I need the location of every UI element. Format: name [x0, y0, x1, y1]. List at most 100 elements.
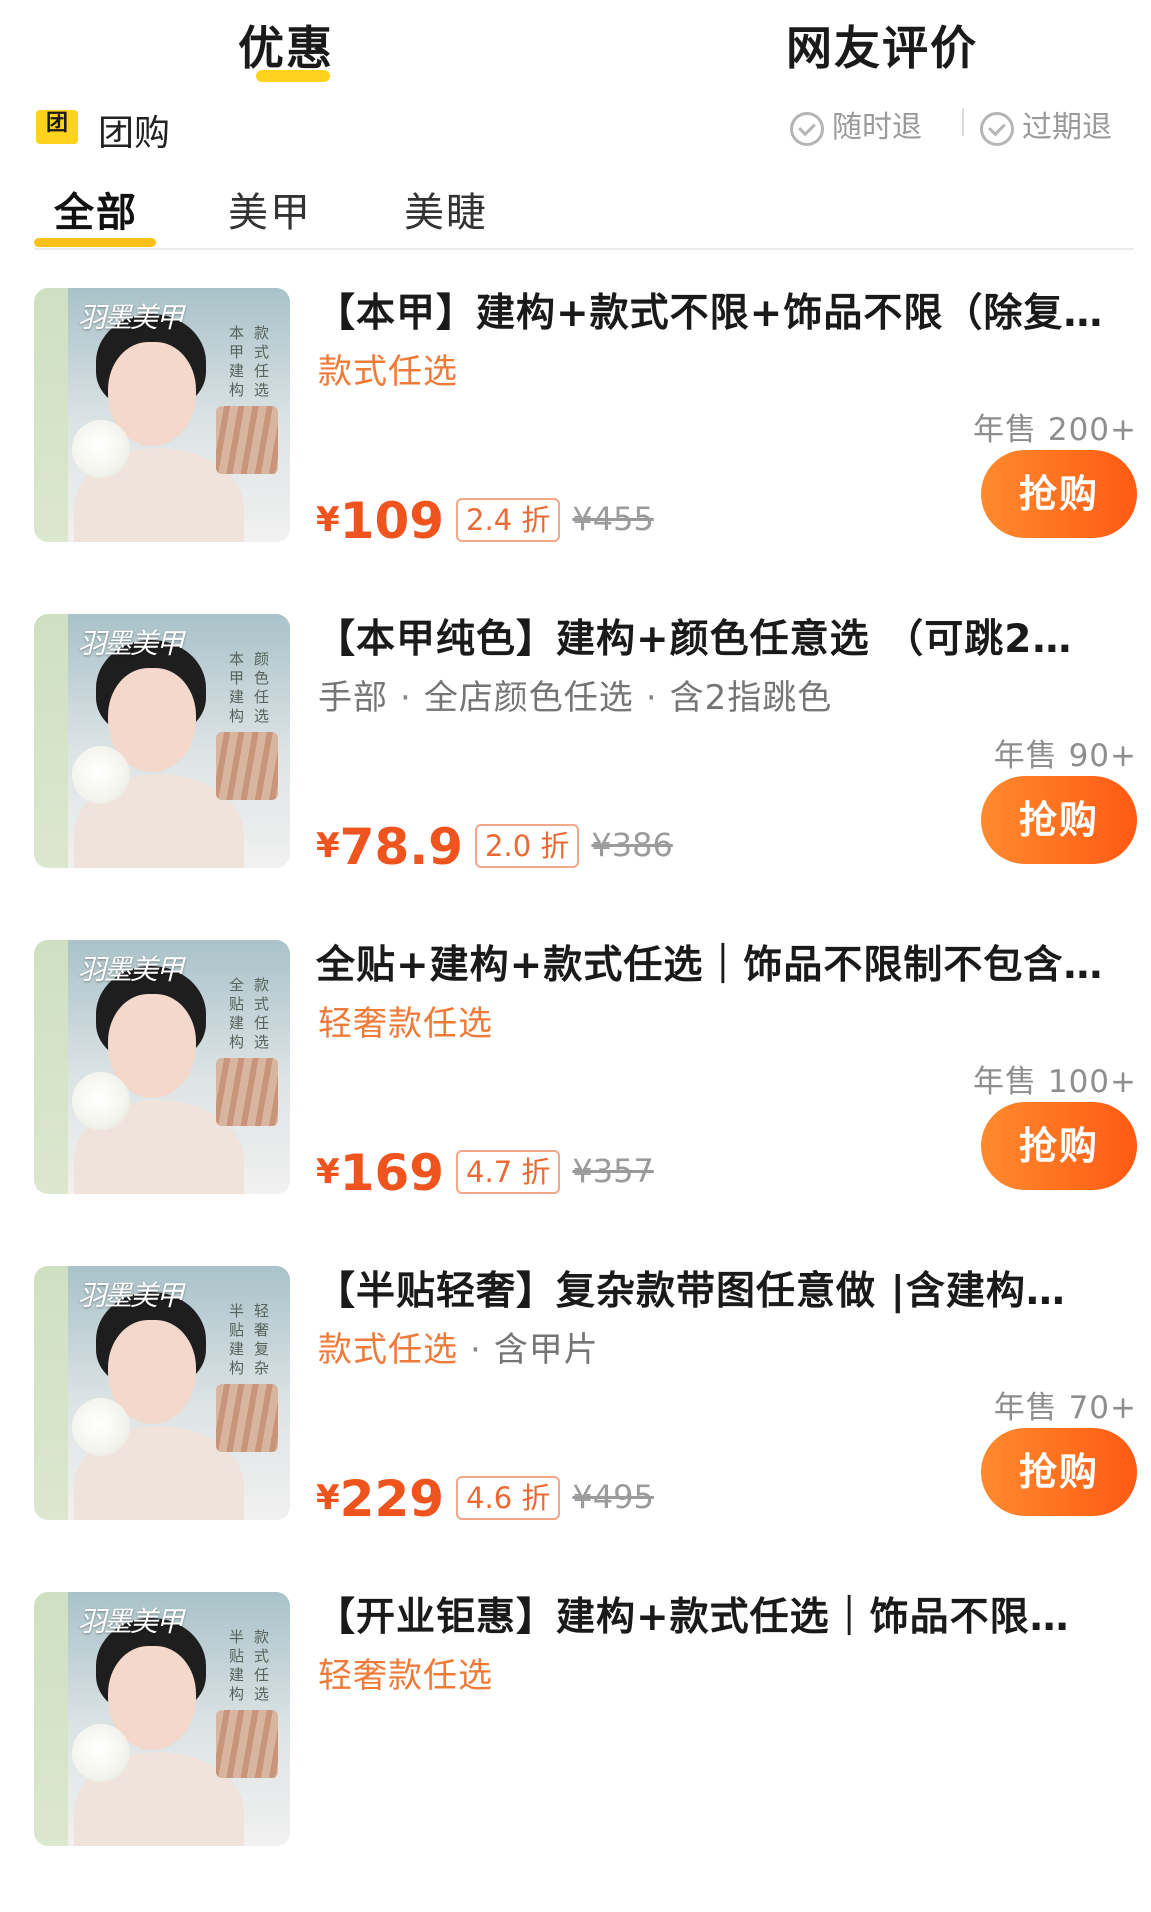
thumb-caption-char: 建	[228, 688, 244, 706]
thumb-white-rose	[72, 1724, 130, 1782]
currency-symbol: ¥	[316, 500, 340, 540]
group-buy-icon: 团	[36, 110, 78, 144]
annual-sales: 年售 70+	[993, 1390, 1137, 1426]
thumb-caption-char: 建	[228, 362, 244, 380]
product-title[interactable]: 【本甲纯色】建构+颜色任意选 （可跳2…	[316, 608, 1136, 664]
thumb-caption-char: 选	[253, 707, 269, 725]
product-thumbnail[interactable]: 羽墨美甲 本甲建构 颜色任选	[34, 614, 290, 868]
product-card[interactable]: 羽墨美甲 半贴建构 款式任选 【开业钜惠】建构+款式任选｜饰品不限… 轻奢款任选	[0, 1586, 1151, 1912]
thumb-caption: 本甲建构 款式任选	[224, 324, 274, 400]
discount-badge: 4.7 折	[456, 1150, 561, 1194]
product-title[interactable]: 【开业钜惠】建构+款式任选｜饰品不限…	[316, 1586, 1136, 1642]
thumb-nail-sample	[216, 1058, 278, 1126]
thumb-white-rose	[72, 1398, 130, 1456]
thumb-caption-char: 甲	[228, 343, 244, 361]
thumb-caption-char: 复	[253, 1340, 269, 1358]
thumb-nail-sample	[216, 732, 278, 800]
thumb-caption-char: 式	[253, 343, 269, 361]
product-card[interactable]: 羽墨美甲 本甲建构 款式任选 【本甲】建构+款式不限+饰品不限（除复… 款式任选 年售 …	[0, 282, 1151, 608]
thumb-caption-char: 选	[253, 1033, 269, 1051]
original-price: ¥495	[572, 1478, 654, 1516]
group-buy-header: 团 团购 随时退 过期退	[0, 96, 1151, 148]
category-tab-all[interactable]: 全部	[54, 180, 138, 238]
price-row: ¥169 4.7 折 ¥357	[316, 1140, 654, 1200]
product-card[interactable]: 羽墨美甲 半贴建构 轻奢复杂 【半贴轻奢】复杂款带图任意做 |含建构… 款式任选 · 含甲…	[0, 1260, 1151, 1586]
price-row: ¥229 4.6 折 ¥495	[316, 1466, 654, 1526]
thumb-caption-char: 构	[228, 1359, 244, 1377]
guarantee-anytime-refund: 随时退	[790, 102, 922, 146]
product-tags: 轻奢款任选	[318, 996, 493, 1045]
thumb-caption-char: 构	[228, 1033, 244, 1051]
product-tag: 款式任选	[318, 352, 458, 392]
original-price: ¥386	[591, 826, 673, 864]
product-thumbnail[interactable]: 羽墨美甲 本甲建构 款式任选	[34, 288, 290, 542]
thumb-brand-logo: 羽墨美甲	[78, 301, 184, 334]
thumb-caption-char: 奢	[253, 1321, 269, 1339]
thumb-caption-char: 款	[253, 324, 269, 342]
thumb-brand-logo: 羽墨美甲	[78, 953, 184, 986]
currency-symbol: ¥	[316, 1152, 340, 1192]
thumb-white-rose	[72, 1072, 130, 1130]
thumb-caption-char: 建	[228, 1014, 244, 1032]
buy-now-button[interactable]: 抢购	[981, 1428, 1137, 1516]
product-thumbnail[interactable]: 羽墨美甲 半贴建构 轻奢复杂	[34, 1266, 290, 1520]
thumb-caption-char: 构	[228, 381, 244, 399]
thumb-caption-char: 本	[228, 324, 244, 342]
product-tags: 款式任选 · 含甲片	[318, 1322, 599, 1371]
product-tag: 轻奢款任选	[318, 1004, 493, 1044]
product-tag: 款式任选	[318, 1330, 458, 1370]
category-tab-lashes[interactable]: 美睫	[404, 180, 488, 238]
thumb-caption-char: 任	[253, 362, 269, 380]
product-title[interactable]: 【本甲】建构+款式不限+饰品不限（除复…	[316, 282, 1136, 338]
price-row: ¥78.9 2.0 折 ¥386	[316, 814, 673, 874]
discount-badge: 4.6 折	[456, 1476, 561, 1520]
product-tags: 款式任选	[318, 344, 458, 393]
thumb-caption-char: 全	[228, 976, 244, 994]
thumb-nail-sample	[216, 1384, 278, 1452]
thumb-caption-char: 贴	[228, 1647, 244, 1665]
thumb-nail-sample	[216, 1710, 278, 1778]
tab-reviews-label: 网友评价	[786, 21, 978, 75]
annual-sales: 年售 200+	[973, 412, 1137, 448]
guarantee-divider	[962, 108, 964, 136]
product-tag: 含甲片	[493, 1330, 599, 1370]
buy-now-button[interactable]: 抢购	[981, 1102, 1137, 1190]
thumb-caption-char: 色	[253, 669, 269, 687]
product-thumbnail[interactable]: 羽墨美甲 全贴建构 款式任选	[34, 940, 290, 1194]
top-tab-bar: 优惠 网友评价	[0, 0, 1151, 92]
thumb-caption-char: 任	[253, 688, 269, 706]
product-card[interactable]: 羽墨美甲 本甲建构 颜色任选 【本甲纯色】建构+颜色任意选 （可跳2… 手部 · 全店颜色…	[0, 608, 1151, 934]
check-circle-icon	[980, 111, 1014, 146]
thumb-caption-char: 构	[228, 707, 244, 725]
category-divider	[34, 248, 1134, 250]
discount-badge: 2.4 折	[456, 498, 561, 542]
buy-now-button[interactable]: 抢购	[981, 776, 1137, 864]
product-thumbnail[interactable]: 羽墨美甲 半贴建构 款式任选	[34, 1592, 290, 1846]
buy-now-button[interactable]: 抢购	[981, 450, 1137, 538]
sale-price: 229	[339, 1470, 445, 1528]
product-title[interactable]: 【半贴轻奢】复杂款带图任意做 |含建构…	[316, 1260, 1136, 1316]
thumb-caption: 全贴建构 款式任选	[224, 976, 274, 1052]
tag-separator-dot: ·	[470, 1330, 482, 1370]
original-price: ¥357	[572, 1152, 654, 1190]
tab-offers[interactable]: 优惠	[238, 12, 334, 82]
product-title[interactable]: 全贴+建构+款式任选｜饰品不限制不包含…	[316, 934, 1136, 990]
thumb-caption-char: 任	[253, 1014, 269, 1032]
annual-sales: 年售 90+	[993, 738, 1137, 774]
thumb-caption-char: 选	[253, 1685, 269, 1703]
category-tab-manicure[interactable]: 美甲	[228, 180, 312, 238]
tab-offers-label: 优惠	[238, 21, 334, 75]
thumb-nail-sample	[216, 406, 278, 474]
thumb-caption-char: 式	[253, 1647, 269, 1665]
thumb-caption-char: 贴	[228, 995, 244, 1013]
guarantee-expiry-label: 过期退	[1022, 110, 1112, 145]
product-list: 羽墨美甲 本甲建构款式任选【本甲】建构+款式不限+饰品不限（除复… 款式任选 年售 …	[0, 282, 1151, 1912]
product-tags: 轻奢款任选	[318, 1648, 493, 1697]
price-row: ¥109 2.4 折 ¥455	[316, 488, 654, 548]
product-card[interactable]: 羽墨美甲 全贴建构 款式任选 全贴+建构+款式任选｜饰品不限制不包含… 轻奢款任选 年售…	[0, 934, 1151, 1260]
tab-reviews[interactable]: 网友评价	[786, 12, 978, 78]
thumb-caption-char: 构	[228, 1685, 244, 1703]
sale-price: 169	[339, 1144, 445, 1202]
thumb-caption-char: 甲	[228, 669, 244, 687]
thumb-caption-char: 颜	[253, 650, 269, 668]
